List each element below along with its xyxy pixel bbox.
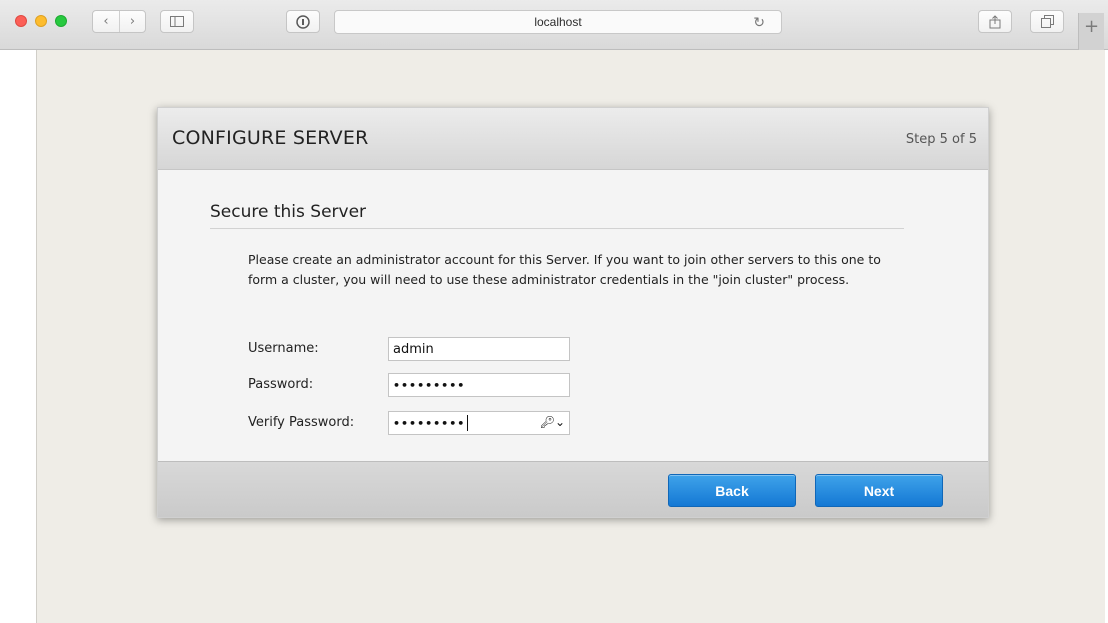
history-nav-group: ‹ › xyxy=(92,10,146,33)
url-text: localhost xyxy=(534,15,582,29)
page-viewport: CONFIGURE SERVER Step 5 of 5 Secure this… xyxy=(36,50,1105,623)
tabs-overview-icon xyxy=(1040,15,1054,28)
configure-server-dialog: CONFIGURE SERVER Step 5 of 5 Secure this… xyxy=(157,107,989,518)
browser-toolbar: ‹ › localhost ↻ + xyxy=(0,0,1108,50)
share-button[interactable] xyxy=(978,10,1012,33)
description-text: Please create an administrator account f… xyxy=(248,252,881,287)
plus-icon: + xyxy=(1083,16,1100,37)
username-value: admin xyxy=(393,341,434,357)
text-cursor xyxy=(467,415,469,431)
forward-nav-button[interactable]: › xyxy=(118,11,145,32)
share-icon xyxy=(989,14,1001,28)
password-label: Password: xyxy=(248,377,314,392)
reload-icon[interactable]: ↻ xyxy=(753,14,765,31)
new-tab-button[interactable]: + xyxy=(1078,13,1104,50)
next-button[interactable]: Next xyxy=(815,474,943,507)
back-nav-button[interactable]: ‹ xyxy=(93,11,119,32)
close-window-button[interactable] xyxy=(15,15,27,27)
address-bar[interactable]: localhost ↻ xyxy=(334,10,782,34)
username-label: Username: xyxy=(248,341,319,356)
sidebar-toggle-button[interactable] xyxy=(160,10,194,33)
back-button[interactable]: Back xyxy=(668,474,796,507)
privacy-info-icon xyxy=(296,14,310,29)
dialog-footer: Back Next xyxy=(158,461,988,517)
verify-password-label: Verify Password: xyxy=(248,415,355,430)
sidebar-icon xyxy=(170,16,184,27)
verify-password-input[interactable]: ••••••••• 🔑︎⌄ xyxy=(388,411,570,435)
section-title: Secure this Server xyxy=(210,202,367,222)
chevron-right-icon: › xyxy=(129,14,136,29)
chevron-left-icon: ‹ xyxy=(103,14,109,29)
username-input[interactable]: admin xyxy=(388,337,570,361)
tabs-overview-button[interactable] xyxy=(1030,10,1064,33)
password-row: Password: ••••••••• xyxy=(248,373,578,397)
verify-password-value: ••••••••• xyxy=(393,416,466,430)
step-indicator: Step 5 of 5 xyxy=(905,132,977,147)
verify-password-row: Verify Password: ••••••••• 🔑︎⌄ xyxy=(248,411,578,435)
password-input[interactable]: ••••••••• xyxy=(388,373,570,397)
dialog-title: CONFIGURE SERVER xyxy=(172,127,369,149)
password-value: ••••••••• xyxy=(393,378,466,392)
minimize-window-button[interactable] xyxy=(35,15,47,27)
privacy-report-button[interactable] xyxy=(286,10,320,33)
section-divider xyxy=(210,228,904,229)
key-icon[interactable]: 🔑︎⌄ xyxy=(540,415,565,429)
zoom-window-button[interactable] xyxy=(55,15,67,27)
dialog-header: CONFIGURE SERVER Step 5 of 5 xyxy=(158,108,988,170)
username-row: Username: admin xyxy=(248,337,578,361)
